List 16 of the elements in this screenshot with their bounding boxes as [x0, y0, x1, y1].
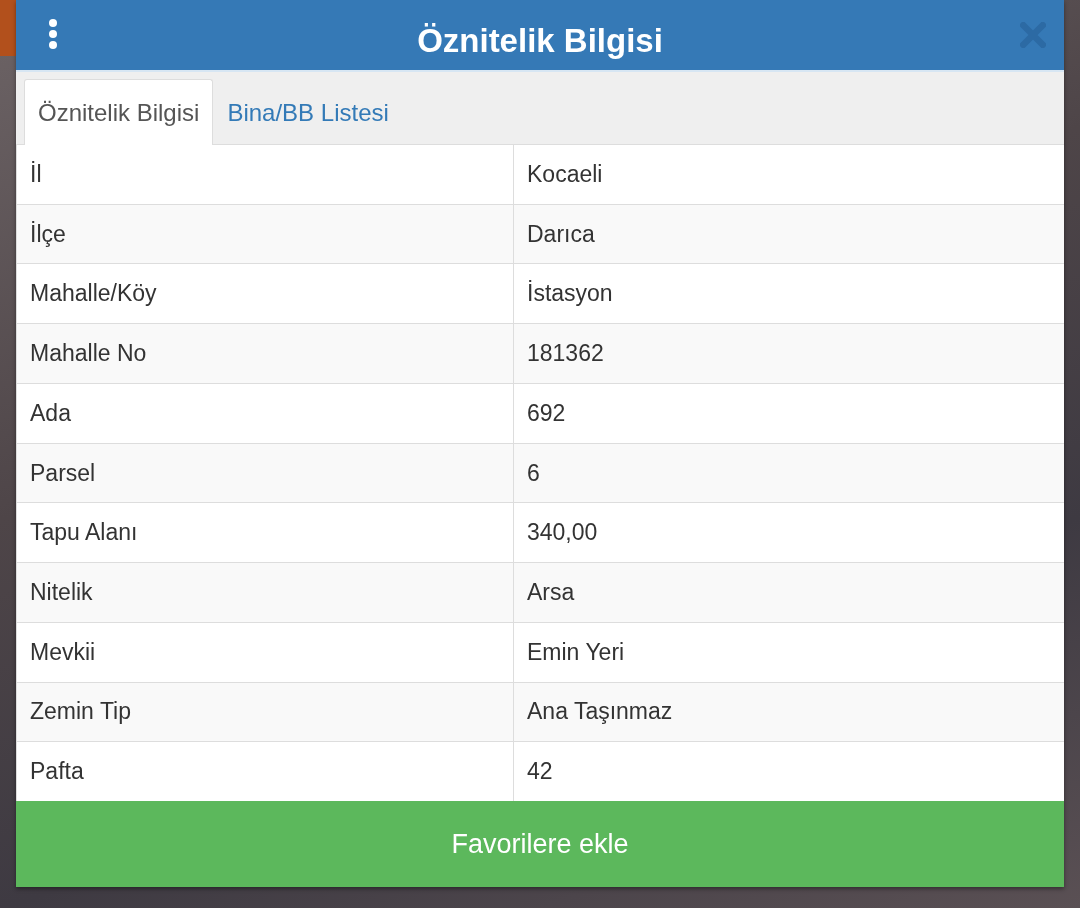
app-bar-fragment — [0, 0, 16, 56]
table-cell: Parsel — [17, 443, 514, 503]
menu-icon[interactable] — [46, 17, 60, 51]
table-cell: Arsa — [514, 563, 1064, 622]
tab[interactable]: Bina/BB Listesi — [213, 79, 403, 145]
table-cell: Mahalle No — [17, 324, 514, 383]
table-cell: İlçe — [17, 204, 514, 264]
table-cell: 181362 — [514, 324, 1064, 383]
table-cell: Zemin Tip — [17, 682, 514, 742]
table-cell: Ana Taşınmaz — [514, 682, 1064, 742]
add-favorites-button[interactable]: Favorilere ekle — [16, 801, 1064, 887]
tab[interactable]: Öznitelik Bilgisi — [24, 79, 214, 145]
dialog-title: Öznitelik Bilgisi — [417, 22, 663, 60]
table-cell: Nitelik — [17, 563, 514, 622]
table-cell: Darıca — [514, 204, 1064, 264]
table-cell: 6 — [514, 443, 1064, 503]
